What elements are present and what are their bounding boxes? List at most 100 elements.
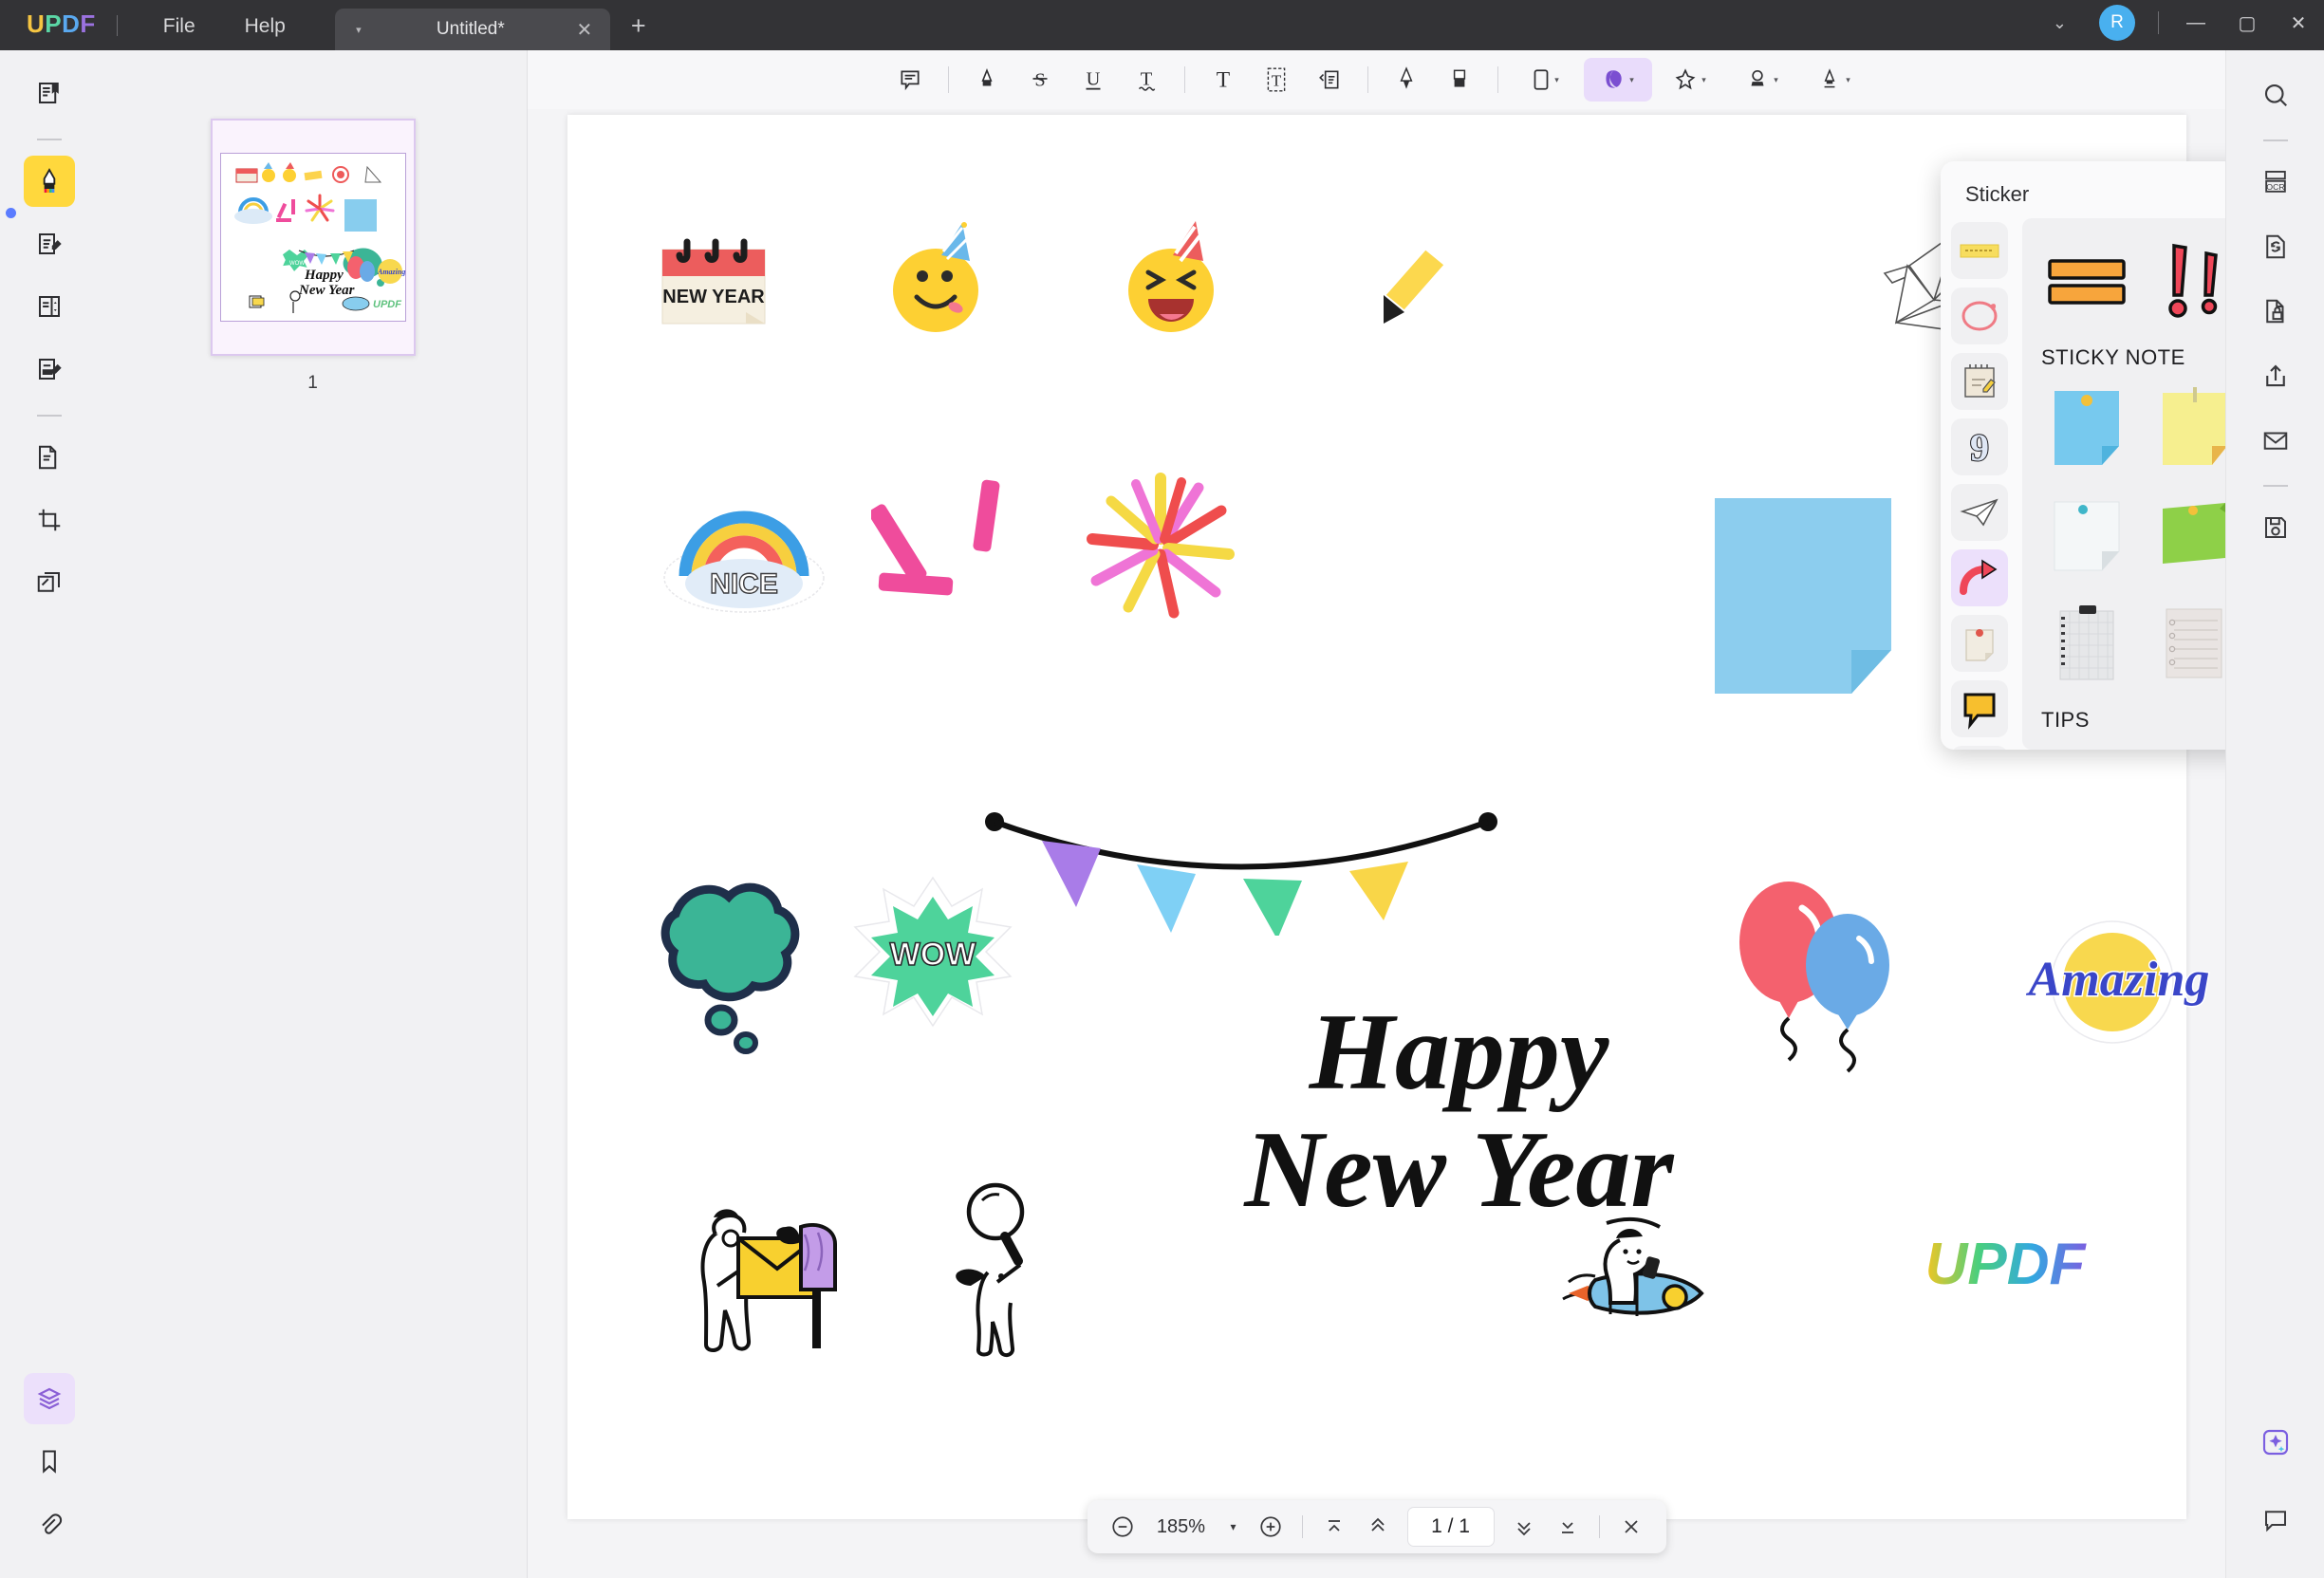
chevron-down-icon[interactable]: ⌄ [2032, 13, 2088, 33]
sticker-category-sticky-note[interactable] [1951, 615, 2008, 672]
tab-close-icon[interactable]: ✕ [572, 18, 597, 42]
previous-page-button[interactable] [1358, 1508, 1398, 1546]
toolbar-pen-signature[interactable]: ▾ [1800, 58, 1868, 102]
sticker-category-red-circle[interactable] [1951, 288, 2008, 344]
stamp-caret-icon[interactable]: ▾ [1701, 75, 1706, 85]
window-maximize-icon[interactable]: ▢ [2222, 11, 2273, 35]
sticker-blue-sticky-note[interactable] [1711, 494, 1896, 703]
first-page-button[interactable] [1314, 1508, 1354, 1546]
sticker-amazing[interactable]: Amazing [1981, 912, 2226, 1059]
sticker-category-paper-plane[interactable] [1951, 484, 2008, 541]
sticker-category-highlight-label[interactable] [1951, 222, 2008, 279]
sticker-bunting-flags[interactable] [985, 812, 1497, 940]
toolbar-shapes[interactable]: ▾ [1512, 58, 1580, 102]
avatar[interactable]: R [2099, 5, 2135, 41]
window-minimize-icon[interactable]: — [2170, 12, 2222, 34]
sticker-category-speech-bubble[interactable] [1951, 680, 2008, 737]
last-page-button[interactable] [1548, 1508, 1588, 1546]
next-page-button[interactable] [1504, 1508, 1544, 1546]
sticker-smiley-party[interactable] [881, 210, 995, 343]
window-close-icon[interactable]: ✕ [2273, 11, 2324, 35]
pen-caret-icon[interactable]: ▾ [1846, 75, 1850, 85]
sticker-panel-content[interactable]: STICKY NOTE [2022, 218, 2225, 750]
toolbar-pencil[interactable] [1382, 58, 1431, 102]
right-item-share[interactable] [2250, 350, 2301, 401]
sticker-caret-icon[interactable]: ▾ [1629, 75, 1634, 85]
zoom-out-button[interactable] [1103, 1508, 1143, 1546]
sticker-firework[interactable] [1085, 471, 1236, 627]
page-indicator[interactable]: 1 / 1 [1407, 1507, 1495, 1547]
right-item-email[interactable] [2250, 415, 2301, 466]
signature-caret-icon[interactable]: ▾ [1774, 75, 1778, 85]
sticker-happy-new-year-text[interactable]: Happy New Year [1213, 997, 1706, 1229]
toolbar-squiggly[interactable]: T [1122, 58, 1171, 102]
toolbar-underline[interactable]: U [1069, 58, 1118, 102]
sticker-rocket-doodle[interactable] [1550, 1216, 1749, 1363]
toolbar-comment-note[interactable] [885, 58, 935, 102]
sticker-panel[interactable]: Sticker [1941, 161, 2225, 750]
right-item-feedback[interactable] [2250, 1494, 2301, 1546]
sticker-balloons[interactable] [1730, 864, 1901, 1087]
sticker-category-red-arrow[interactable] [1951, 549, 2008, 606]
new-tab-button[interactable]: + [631, 11, 646, 41]
page-thumbnail-1[interactable]: WOW Happy New Year Amazing [211, 119, 416, 356]
sticker-item-note-blue-pin[interactable] [2037, 378, 2136, 476]
sticker-thought-bubble[interactable] [643, 864, 814, 1068]
sticker-nice-rainbow[interactable]: NICE [659, 502, 829, 621]
sticker-laughing-party[interactable] [1116, 210, 1230, 343]
sidebar-item-edit-pdf[interactable] [24, 218, 75, 269]
right-item-save[interactable] [2250, 502, 2301, 553]
shapes-caret-icon[interactable]: ▾ [1554, 75, 1559, 85]
sticker-category-list[interactable]: 9 [1941, 218, 2018, 750]
toolbar-text[interactable]: T [1199, 58, 1248, 102]
sticker-item-note-yellow-clip[interactable] [2146, 378, 2225, 476]
sticker-mailbox-doodle[interactable] [679, 1195, 879, 1370]
menu-file[interactable]: File [139, 15, 220, 50]
sticker-item-note-ruled-punched[interactable] [2146, 594, 2225, 693]
sticker-category-number-nine[interactable]: 9 [1951, 418, 2008, 475]
sticker-item-note-green-pin[interactable] [2146, 486, 2225, 585]
sticker-item-note-grid-clipboard[interactable] [2037, 594, 2136, 693]
sticker-magnifier-doodle[interactable] [942, 1178, 1066, 1363]
zoom-level-label[interactable]: 185% [1146, 1508, 1217, 1546]
sticker-updf-logo[interactable]: UPDF [1915, 1216, 2095, 1325]
sidebar-item-annotate[interactable] [24, 156, 75, 207]
sidebar-item-bookmarks[interactable] [24, 1436, 75, 1487]
sidebar-item-attachments[interactable] [24, 1498, 75, 1550]
zoom-dropdown-caret-icon[interactable]: ▾ [1220, 1508, 1247, 1546]
sidebar-item-compare-files[interactable] [24, 557, 75, 608]
toolbar-typewriter[interactable] [1305, 58, 1354, 102]
sticker-item-equals-bars[interactable] [2037, 232, 2136, 330]
sticker-pink-strokes[interactable] [871, 471, 1042, 618]
toolbar-strikethrough[interactable]: S [1015, 58, 1065, 102]
zoom-in-button[interactable] [1251, 1508, 1291, 1546]
toolbar-text-box[interactable]: T [1252, 58, 1301, 102]
menu-help[interactable]: Help [220, 15, 310, 50]
toolbar-eraser[interactable] [1435, 58, 1484, 102]
sidebar-item-organize-pages[interactable] [24, 281, 75, 332]
sticker-item-note-white-pin[interactable] [2037, 486, 2136, 585]
right-item-search[interactable] [2250, 69, 2301, 121]
sidebar-item-reader-mode[interactable] [24, 67, 75, 119]
toolbar-sticker[interactable]: ▾ [1584, 58, 1652, 102]
sidebar-item-edit-text[interactable] [24, 343, 75, 395]
right-item-ocr[interactable]: OCR [2250, 157, 2301, 208]
toolbar-stamp[interactable]: ▾ [1656, 58, 1724, 102]
right-item-convert[interactable] [2250, 221, 2301, 272]
right-item-ai-assistant[interactable] [2250, 1417, 2301, 1468]
sidebar-item-convert-pdf[interactable] [24, 432, 75, 483]
toolbar-highlight[interactable] [962, 58, 1012, 102]
sticker-new-year-calendar[interactable]: NEW YEAR [655, 229, 776, 343]
sidebar-item-layers[interactable] [24, 1373, 75, 1424]
sticker-item-tip-1[interactable] [2037, 740, 2136, 750]
right-item-protect[interactable] [2250, 286, 2301, 337]
sidebar-item-crop-page[interactable] [24, 494, 75, 546]
sticker-yellow-marker[interactable] [1365, 221, 1478, 340]
sticker-category-notepad[interactable] [1951, 353, 2008, 410]
tab-caret-icon[interactable]: ▾ [348, 24, 369, 36]
sticker-item-tip-2[interactable] [2146, 740, 2225, 750]
sticker-category-doodle-character[interactable] [1951, 746, 2008, 750]
close-navigation-button[interactable] [1611, 1508, 1651, 1546]
toolbar-signature[interactable]: ▾ [1728, 58, 1796, 102]
document-tab[interactable]: ▾ Untitled* ✕ [335, 9, 610, 50]
